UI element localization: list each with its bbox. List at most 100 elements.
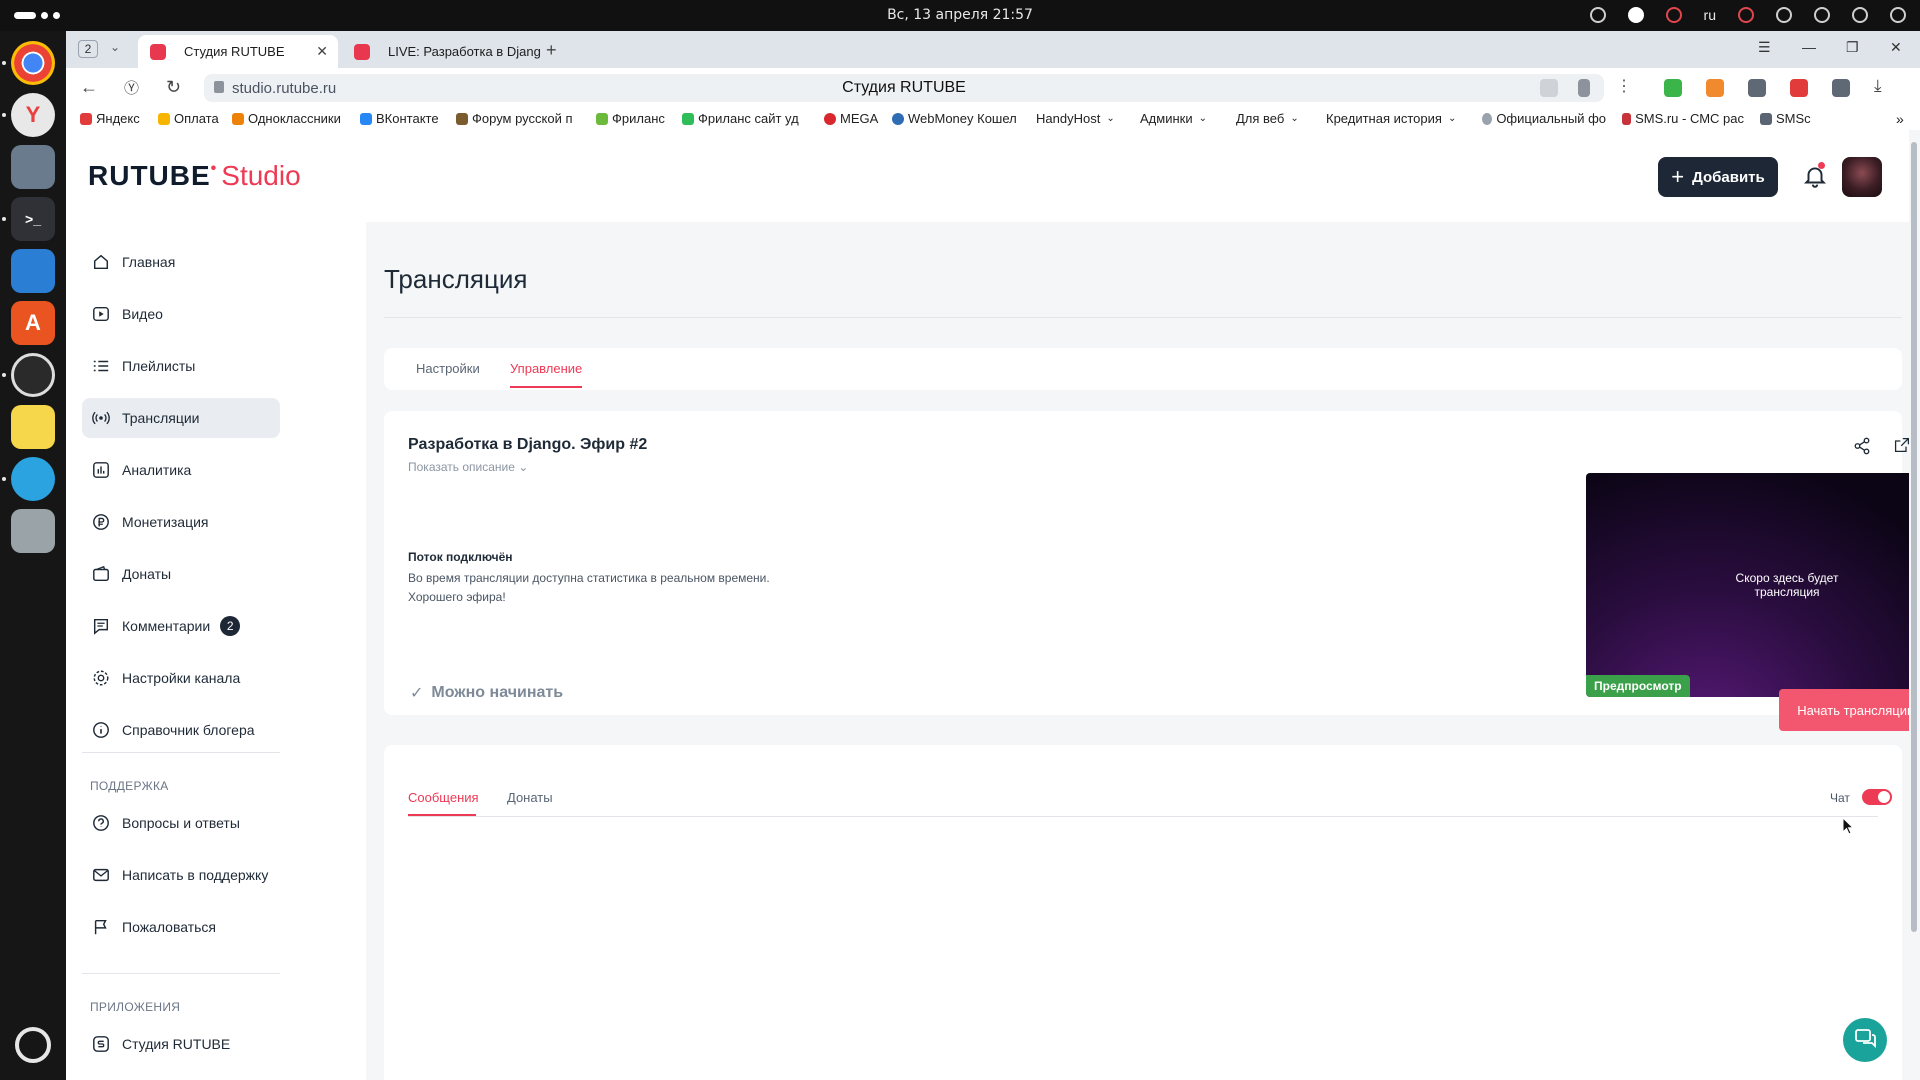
new-tab-plus-icon[interactable]: + (546, 40, 557, 61)
bookmark-folder-credit-history[interactable]: Кредитная история ⌄ (1326, 111, 1456, 126)
share-icon[interactable] (1853, 437, 1871, 455)
stream-preview[interactable]: Скоро здесь будет трансляция Предпросмот… (1586, 473, 1920, 697)
tab-live-stream[interactable]: LIVE: Разработка в Djang (342, 35, 542, 68)
tab-messages[interactable]: Сообщения (408, 790, 479, 805)
bookmark-smsc[interactable]: SMSc (1760, 111, 1814, 126)
bookmark-webmoney[interactable]: WebMoney Кошел (892, 111, 1020, 126)
obs-tray-icon[interactable] (1665, 7, 1682, 23)
chat-toggle[interactable] (1862, 789, 1892, 805)
metamask-extension-icon[interactable] (1706, 79, 1724, 97)
url-field[interactable]: studio.rutube.ru Студия RUTUBE (204, 74, 1604, 102)
adguard-extension-icon[interactable] (1664, 79, 1682, 97)
bookmark-icon[interactable] (1578, 79, 1590, 97)
external-link-icon[interactable] (1894, 437, 1910, 453)
add-button[interactable]: + Добавить (1658, 157, 1778, 197)
volume-icon[interactable] (1852, 7, 1868, 23)
reload-icon[interactable]: ↻ (166, 77, 181, 98)
microphone-icon[interactable] (1738, 7, 1754, 23)
bookmark-folder-handyhost[interactable]: HandyHost ⌄ (1036, 111, 1115, 126)
yandex-home-icon[interactable]: Ⓨ (124, 77, 139, 98)
download-cloud-icon[interactable] (1748, 79, 1766, 97)
keyboard-layout-indicator[interactable]: ru (1704, 7, 1716, 23)
terminal-icon[interactable]: >_ (11, 197, 55, 241)
page-scrollbar-thumb[interactable] (1911, 142, 1917, 932)
sidebar-item-label: Аналитика (122, 462, 192, 478)
tab-management[interactable]: Управление (510, 361, 582, 376)
chrome-icon[interactable] (11, 41, 55, 85)
sidebar-item-donations[interactable]: Донаты (82, 554, 280, 594)
tab-donations[interactable]: Донаты (507, 790, 553, 805)
blocked-icon[interactable] (1540, 79, 1558, 97)
list-icon (93, 360, 109, 372)
restore-icon[interactable]: ❐ (1846, 39, 1859, 56)
back-arrow-icon[interactable]: ← (80, 77, 98, 98)
more-vertical-icon[interactable]: ⋮ (1616, 76, 1634, 95)
sidebar-item-streams[interactable]: Трансляции (82, 398, 280, 438)
rocket-extension-icon[interactable] (1790, 79, 1808, 97)
support-chat-button[interactable] (1843, 1018, 1887, 1062)
chevron-down-icon[interactable]: ⌄ (110, 40, 120, 54)
tab-count-button[interactable]: 2 (78, 40, 98, 58)
application-dock: Y >_ A (0, 31, 66, 1080)
tab-studio-rutube[interactable]: Студия RUTUBE ✕ (138, 35, 338, 68)
sidebar-item-channel-settings[interactable]: Настройки канала (82, 658, 280, 698)
sidebar-item-contact-support[interactable]: Написать в поддержку (82, 855, 280, 895)
network-icon[interactable] (1814, 7, 1830, 23)
bookmark-freelance-site[interactable]: Фриланс сайт уд (682, 111, 810, 126)
yandex-tray-icon[interactable] (1627, 7, 1644, 23)
home-icon (93, 254, 109, 270)
sidebar-item-analytics[interactable]: Аналитика (82, 450, 280, 490)
yandex-browser-icon[interactable]: Y (11, 93, 55, 137)
bookmark-payment[interactable]: Оплата (158, 111, 219, 126)
bookmark-freelance[interactable]: Фриланс (596, 111, 665, 126)
bookmark-forum[interactable]: Форум русской п (456, 111, 578, 126)
files-icon[interactable] (11, 145, 55, 189)
trash-icon[interactable] (11, 509, 55, 553)
sidebar-item-monetization[interactable]: Монетизация (82, 502, 280, 542)
close-window-icon[interactable]: ✕ (1890, 39, 1902, 56)
stream-status-title: Поток подключён (408, 550, 513, 564)
download-icon[interactable]: ⤓ (1874, 76, 1892, 95)
telegram-tray-icon[interactable] (1589, 7, 1606, 23)
browser-tab-bar: 2 ⌄ Студия RUTUBE ✕ LIVE: Разработка в D… (66, 31, 1920, 68)
comment-icon (93, 618, 109, 635)
sidebar-item-studio-app[interactable]: Студия RUTUBE (82, 1024, 280, 1064)
sidebar-item-blogger-guide[interactable]: Справочник блогера (82, 710, 280, 750)
sidebar-item-comments[interactable]: Комментарии 2 (82, 606, 280, 646)
power-icon[interactable] (1890, 7, 1906, 23)
more-bookmarks-icon[interactable]: » (1896, 111, 1904, 127)
telegram-icon[interactable] (11, 457, 55, 501)
brightness-icon[interactable] (1776, 7, 1792, 23)
start-stream-button[interactable]: Начать трансляцию (1779, 689, 1920, 731)
sidebar-item-home[interactable]: Главная (82, 242, 280, 282)
bookmark-mega[interactable]: MEGA (824, 111, 878, 126)
show-description-toggle[interactable]: Показать описание ⌄ (408, 460, 528, 474)
user-avatar[interactable] (1842, 157, 1882, 197)
notification-dot (1818, 162, 1825, 169)
collections-icon[interactable] (1832, 79, 1850, 97)
bookmark-sms-ru[interactable]: SMS.ru - СМС рас (1622, 111, 1744, 126)
bookmark-folder-web[interactable]: Для веб ⌄ (1236, 111, 1299, 126)
app-center-icon[interactable]: A (11, 301, 55, 345)
bookmark-official[interactable]: Официальный фо (1482, 111, 1606, 126)
sidebar-item-playlists[interactable]: Плейлисты (82, 346, 280, 386)
sidebar-item-faq[interactable]: Вопросы и ответы (82, 803, 280, 843)
rutube-studio-logo[interactable]: RUTUBE• Studio (88, 160, 301, 192)
bookmark-odnoklassniki[interactable]: Одноклассники (232, 111, 341, 126)
bookmark-yandex[interactable]: Яндекс (80, 111, 140, 126)
sidebar-item-report[interactable]: Пожаловаться (82, 907, 280, 947)
minimize-icon[interactable]: — (1802, 39, 1816, 55)
question-icon (93, 815, 109, 831)
tab-settings[interactable]: Настройки (416, 361, 480, 376)
sidebar-item-label: Настройки канала (122, 670, 241, 686)
bookmark-vkontakte[interactable]: ВКонтакте (360, 111, 439, 126)
obs-studio-icon[interactable] (11, 353, 55, 397)
writer-icon[interactable] (11, 249, 55, 293)
bookmark-folder-admin[interactable]: Админки ⌄ (1140, 111, 1207, 126)
sidebar-item-video[interactable]: Видео (82, 294, 280, 334)
text-editor-icon[interactable] (11, 405, 55, 449)
close-icon[interactable]: ✕ (316, 43, 328, 60)
menu-icon[interactable]: ☰ (1758, 39, 1771, 56)
sidebar-item-label: Справочник блогера (122, 722, 255, 738)
show-apps-icon[interactable] (15, 1027, 51, 1063)
